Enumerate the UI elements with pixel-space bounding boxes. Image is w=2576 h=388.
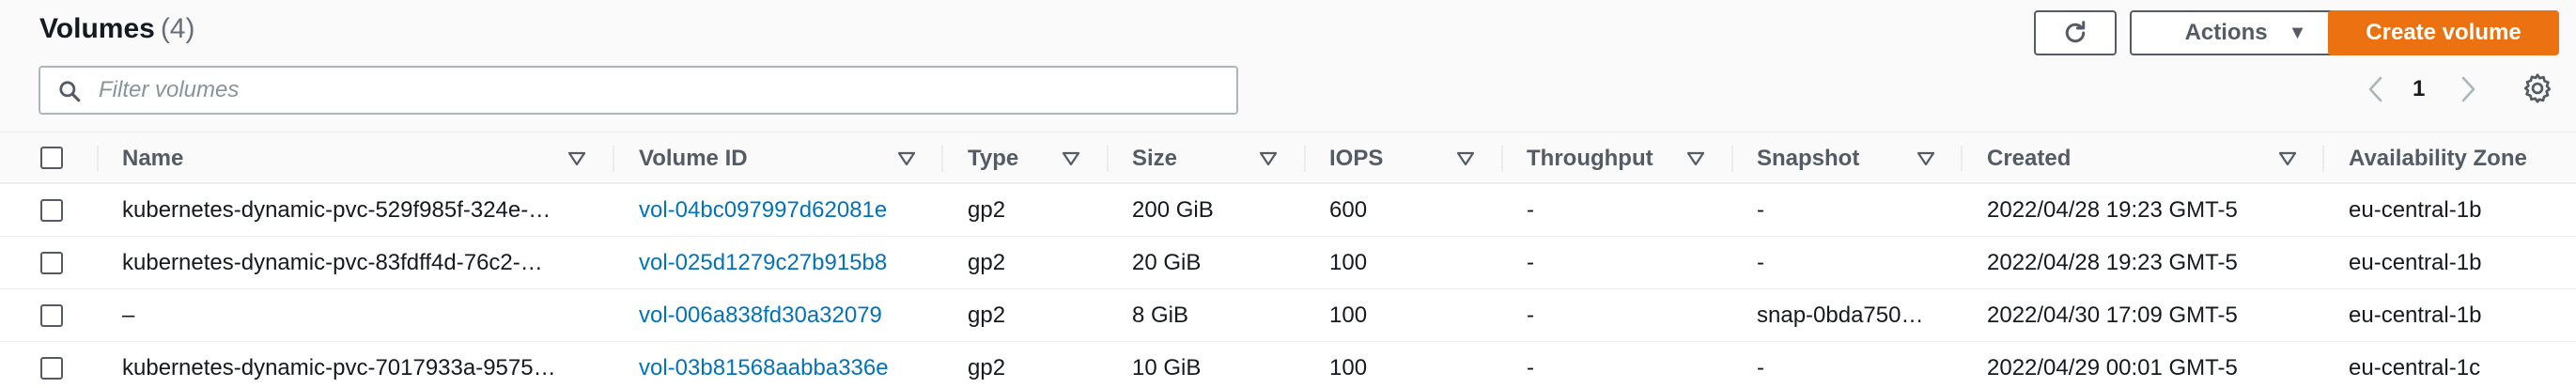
volume-count: (4) (160, 13, 195, 44)
volume-availability-zone: eu-central-1b (2349, 197, 2482, 223)
volume-type: gp2 (968, 303, 1006, 328)
volume-id-link[interactable]: vol-03b81568aabba336e (639, 355, 889, 381)
sort-down-icon[interactable] (897, 150, 916, 167)
refresh-button[interactable] (2034, 10, 2117, 55)
volume-id-link[interactable]: vol-025d1279c27b915b8 (639, 250, 887, 276)
sort-down-icon[interactable] (1456, 150, 1475, 167)
sort-down-icon[interactable] (2278, 150, 2297, 167)
volume-snapshot: - (1757, 250, 1764, 275)
volume-name: – (122, 303, 135, 328)
column-header-size[interactable]: Size (1132, 132, 1177, 185)
select-all-checkbox[interactable] (40, 147, 63, 169)
column-divider (1501, 146, 1503, 172)
column-header-iops[interactable]: IOPS (1329, 132, 1383, 185)
page-number-button[interactable]: 1 (2413, 70, 2425, 108)
volume-size: 200 GiB (1132, 197, 1214, 223)
column-header-name[interactable]: Name (122, 132, 183, 185)
volume-name: kubernetes-dynamic-pvc-7017933a-9575… (122, 355, 556, 380)
caret-down-icon: ▼ (2288, 22, 2307, 43)
table-settings-button[interactable] (2521, 71, 2554, 110)
sort-down-icon[interactable] (1916, 150, 1935, 167)
row-select-checkbox[interactable] (40, 304, 63, 327)
volume-size: 8 GiB (1132, 303, 1189, 328)
volume-name: kubernetes-dynamic-pvc-83fdff4d-76c2-… (122, 250, 543, 275)
row-select-checkbox[interactable] (40, 199, 63, 222)
volume-availability-zone: eu-central-1b (2349, 303, 2482, 328)
column-header-throughput[interactable]: Throughput (1527, 132, 1653, 185)
actions-label: Actions (2184, 20, 2268, 45)
volume-id-link[interactable]: vol-006a838fd30a32079 (639, 303, 882, 329)
column-divider (941, 146, 943, 172)
volume-iops: 100 (1329, 303, 1368, 328)
column-header-volume-id[interactable]: Volume ID (639, 132, 748, 185)
row-select-checkbox[interactable] (40, 252, 63, 274)
volume-id-cell: vol-025d1279c27b915b8 (639, 237, 887, 289)
column-divider (1107, 146, 1109, 172)
create-volume-button[interactable]: Create volume (2328, 10, 2559, 55)
volume-created: 2022/04/30 17:09 GMT-5 (1987, 303, 2238, 328)
next-page-button[interactable] (2458, 70, 2482, 108)
previous-page-button[interactable] (2366, 70, 2390, 108)
filter-volumes-input[interactable] (99, 73, 1217, 107)
volume-type: gp2 (968, 355, 1006, 380)
gear-icon (2523, 73, 2552, 103)
page-title: Volumes (4) (39, 13, 194, 45)
page-title-text: Volumes (39, 13, 155, 44)
sort-down-icon[interactable] (1259, 150, 1278, 167)
volume-size: 20 GiB (1132, 250, 1202, 275)
volume-created: 2022/04/28 19:23 GMT-5 (1987, 250, 2238, 275)
column-divider (2322, 146, 2324, 172)
volume-snapshot: snap-0bda750… (1757, 303, 1924, 328)
volume-throughput: - (1527, 303, 1534, 328)
volume-iops: 100 (1329, 250, 1368, 275)
volume-availability-zone: eu-central-1c (2349, 355, 2481, 380)
column-divider (1961, 146, 1963, 172)
row-select-checkbox[interactable] (40, 357, 63, 380)
table-row[interactable]: – vol-006a838fd30a32079 gp2 8 GiB 100 - … (0, 289, 2576, 342)
volume-snapshot: - (1757, 197, 1764, 223)
volume-iops: 100 (1329, 355, 1368, 380)
volume-throughput: - (1527, 197, 1534, 223)
volume-id-link[interactable]: vol-04bc097997d62081e (639, 197, 887, 224)
volume-availability-zone: eu-central-1b (2349, 250, 2482, 275)
sort-down-icon[interactable] (1686, 150, 1705, 167)
volume-size: 10 GiB (1132, 355, 1202, 380)
volume-created: 2022/04/28 19:23 GMT-5 (1987, 197, 2238, 223)
volume-type: gp2 (968, 250, 1006, 275)
column-divider (613, 146, 614, 172)
table-row[interactable]: kubernetes-dynamic-pvc-7017933a-9575… vo… (0, 342, 2576, 388)
table-row[interactable]: kubernetes-dynamic-pvc-529f985f-324e-… v… (0, 184, 2576, 237)
filter-volumes-field[interactable] (39, 66, 1238, 115)
column-header-availability-zone[interactable]: Availability Zone (2349, 132, 2527, 185)
column-header-type[interactable]: Type (968, 132, 1018, 185)
page-header: Volumes(4) Actions ▼ Create volume 1 (0, 0, 2576, 132)
volume-iops: 600 (1329, 197, 1368, 223)
column-divider (1304, 146, 1306, 172)
sort-down-icon[interactable] (567, 150, 586, 167)
column-divider (97, 146, 99, 172)
volume-name: kubernetes-dynamic-pvc-529f985f-324e-… (122, 197, 551, 223)
volume-throughput: - (1527, 355, 1534, 380)
actions-dropdown-button[interactable]: Actions ▼ (2130, 10, 2362, 55)
volume-throughput: - (1527, 250, 1534, 275)
column-header-snapshot[interactable]: Snapshot (1757, 132, 1859, 185)
volume-id-cell: vol-006a838fd30a32079 (639, 289, 882, 342)
search-icon (59, 81, 81, 102)
volume-snapshot: - (1757, 355, 1764, 380)
column-header-created[interactable]: Created (1987, 132, 2071, 185)
refresh-icon (2065, 21, 2086, 43)
sort-down-icon[interactable] (1062, 150, 1080, 167)
chevron-left-icon (2368, 76, 2382, 102)
chevron-right-icon (2461, 76, 2475, 102)
table-header-row: Name Volume ID Type Size IOPS Throughput… (0, 132, 2576, 184)
volume-id-cell: vol-03b81568aabba336e (639, 342, 889, 388)
volume-id-cell: vol-04bc097997d62081e (639, 184, 887, 237)
table-row[interactable]: kubernetes-dynamic-pvc-83fdff4d-76c2-… v… (0, 237, 2576, 289)
volume-created: 2022/04/29 00:01 GMT-5 (1987, 355, 2238, 380)
column-divider (1731, 146, 1733, 172)
volume-type: gp2 (968, 197, 1006, 223)
